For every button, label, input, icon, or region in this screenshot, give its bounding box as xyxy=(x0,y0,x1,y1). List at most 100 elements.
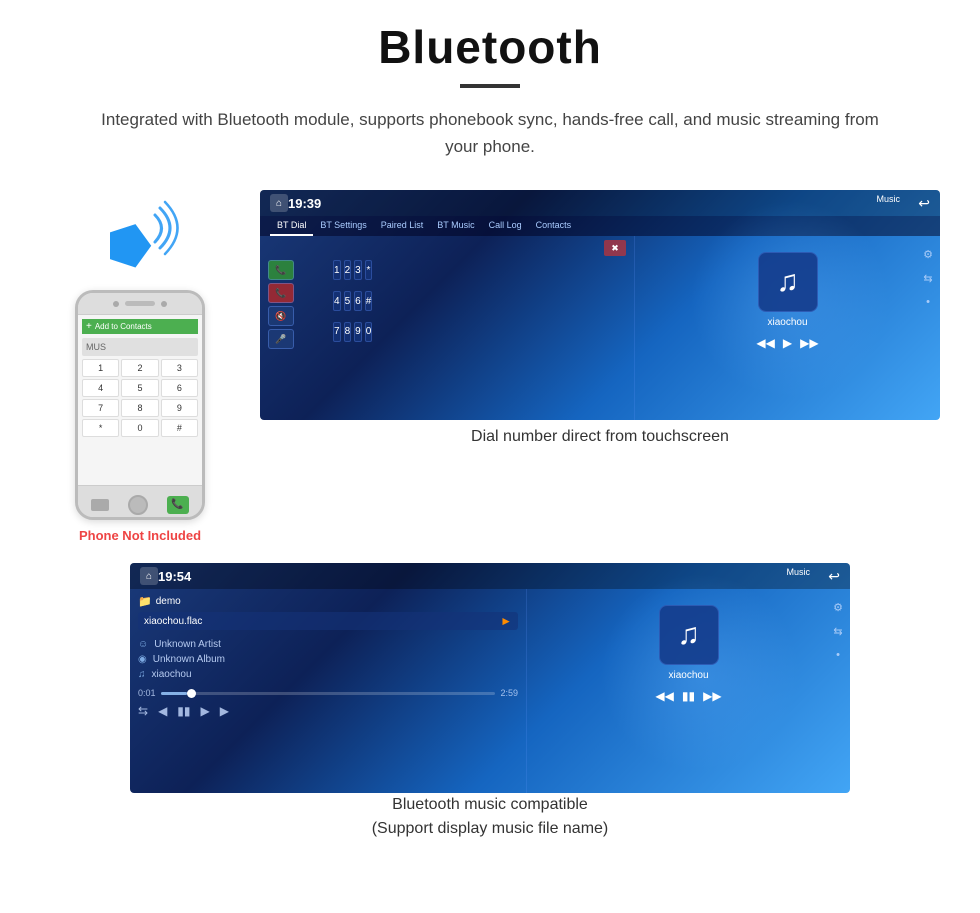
cs-delete-btn[interactable]: ✖ xyxy=(604,240,626,256)
cs2-bar[interactable] xyxy=(161,692,496,695)
cs-key-1[interactable]: 1 xyxy=(333,260,341,280)
cs2-right: ♫ xiaochou ⚙ ⇆ • ◀◀ ▮▮ ▶▶ xyxy=(526,589,850,793)
cs2-next-icon[interactable]: ▶ xyxy=(201,704,210,718)
cs2-user-icon: ☺ xyxy=(138,639,148,650)
cs-main-2: 📁 demo xiaochou.flac ► ☺ Unknown xyxy=(130,589,850,793)
phone-key-1[interactable]: 1 xyxy=(82,359,119,377)
page-title: Bluetooth xyxy=(40,20,940,74)
cs2-settings-icon[interactable]: ⚙ xyxy=(830,599,846,615)
phone-key-2[interactable]: 2 xyxy=(121,359,158,377)
cs-tab-bt-settings[interactable]: BT Settings xyxy=(313,216,373,236)
phone-key-9[interactable]: 9 xyxy=(161,399,198,417)
cs2-album-icon: ◉ xyxy=(138,654,147,665)
cs-end-call-btn[interactable]: 📞 xyxy=(268,283,294,303)
cs-key-9[interactable]: 9 xyxy=(354,322,362,342)
title-divider xyxy=(460,84,520,88)
cs2-artist: Unknown Artist xyxy=(154,639,221,650)
cs2-bar-thumb xyxy=(187,689,196,698)
page-description: Integrated with Bluetooth module, suppor… xyxy=(100,106,880,160)
phone-key-4[interactable]: 4 xyxy=(82,379,119,397)
phone-key-6[interactable]: 6 xyxy=(161,379,198,397)
cs-play-btn[interactable]: ▶ xyxy=(783,336,792,350)
phone-area: ⭓ + Add to Contacts xyxy=(40,190,240,543)
phone-key-3[interactable]: 3 xyxy=(161,359,198,377)
cs2-progress-bar[interactable]: 0:01 2:59 xyxy=(138,684,518,702)
cs2-next-btn[interactable]: ▶▶ xyxy=(703,689,721,703)
cs2-meta: ☺ Unknown Artist ◉ Unknown Album ♫ xiaoc… xyxy=(138,635,518,684)
cs-settings-icon[interactable]: ⚙ xyxy=(920,246,936,262)
cs2-time: 19:54 xyxy=(158,569,191,584)
bluetooth-icon-area: ⭓ xyxy=(100,200,180,280)
cs2-album-row: ◉ Unknown Album xyxy=(138,652,518,667)
cs2-time-end: 2:59 xyxy=(500,688,518,698)
phone-screen: + Add to Contacts MUS 1 2 3 4 5 6 xyxy=(78,315,202,485)
phone-speaker xyxy=(125,301,155,306)
cs-tab-paired-list[interactable]: Paired List xyxy=(374,216,431,236)
cs-key-2[interactable]: 2 xyxy=(344,260,352,280)
cs-key-0[interactable]: 0 xyxy=(365,322,373,342)
cs2-folder-bar: 📁 demo xyxy=(138,595,518,608)
cs-tabs-1: BT Dial BT Settings Paired List BT Music… xyxy=(260,216,940,236)
cs-key-8[interactable]: 8 xyxy=(344,322,352,342)
cs-key-4[interactable]: 4 xyxy=(333,291,341,311)
cs2-album: Unknown Album xyxy=(153,654,225,665)
cs-key-star[interactable]: * xyxy=(365,260,373,280)
cs-dialpad: 1 2 3 * 4 5 6 # 7 8 xyxy=(333,260,372,349)
cs-music-label-1: Music xyxy=(876,194,900,204)
cs2-home-icon: ⌂ xyxy=(140,567,158,585)
phone-key-8[interactable]: 8 xyxy=(121,399,158,417)
car-screen-2: ⌂ 19:54 ↩ Music 📁 demo xyxy=(130,563,850,793)
cs-back-icon: ↩ xyxy=(918,195,930,212)
cs-tab-contacts[interactable]: Contacts xyxy=(529,216,579,236)
cs2-shuffle2-icon[interactable]: ⇆ xyxy=(830,623,846,639)
cs-input-row: ✖ xyxy=(268,240,626,256)
cs2-repeat-icon[interactable]: ▶ xyxy=(220,704,229,718)
cs-topbar-2: ⌂ 19:54 ↩ Music xyxy=(130,563,850,589)
phone-back-btn xyxy=(91,499,109,511)
cs-tab-call-log[interactable]: Call Log xyxy=(482,216,529,236)
phone-sensor-dot xyxy=(161,301,167,307)
phone-key-hash[interactable]: # xyxy=(161,419,198,437)
cs-right-controls: ⚙ ⇆ • xyxy=(920,246,936,310)
cs-key-3[interactable]: 3 xyxy=(354,260,362,280)
cs-dot-icon: • xyxy=(920,294,936,310)
phone-key-7[interactable]: 7 xyxy=(82,399,119,417)
screen-wrapper-2: ⌂ 19:54 ↩ Music 📁 demo xyxy=(130,563,850,841)
cs-key-7[interactable]: 7 xyxy=(333,322,341,342)
cs2-prev-icon[interactable]: ◀ xyxy=(158,704,167,718)
screen1-caption: Dial number direct from touchscreen xyxy=(260,428,940,446)
phone-key-star[interactable]: * xyxy=(82,419,119,437)
cs-mute-btn[interactable]: 🔇 xyxy=(268,306,294,326)
cs-prev-btn[interactable]: ◀◀ xyxy=(756,336,774,350)
cs2-dot2-icon: • xyxy=(830,647,846,663)
phone-key-0[interactable]: 0 xyxy=(121,419,158,437)
cs2-song-row: ♫ xiaochou xyxy=(138,667,518,682)
phone-key-5[interactable]: 5 xyxy=(121,379,158,397)
cs-shuffle-icon[interactable]: ⇆ xyxy=(920,270,936,286)
cs-next-btn[interactable]: ▶▶ xyxy=(800,336,818,350)
cs-call-btn[interactable]: 📞 xyxy=(268,260,294,280)
cs2-filename: xiaochou.flac xyxy=(144,616,202,627)
cs2-playback: ◀◀ ▮▮ ▶▶ xyxy=(655,689,721,703)
cs2-prev-btn[interactable]: ◀◀ xyxy=(655,689,673,703)
phone-add-contacts-bar: + Add to Contacts xyxy=(82,319,198,334)
phone-mockup: + Add to Contacts MUS 1 2 3 4 5 6 xyxy=(75,290,205,520)
cs2-file-row[interactable]: xiaochou.flac ► xyxy=(138,612,518,630)
cs-mic-btn[interactable]: 🎤 xyxy=(268,329,294,349)
cs-key-6[interactable]: 6 xyxy=(354,291,362,311)
phone-home-btn xyxy=(128,495,148,515)
cs2-pause-icon[interactable]: ▮▮ xyxy=(177,704,190,718)
cs-right-1: ♫ xiaochou ⚙ ⇆ • ◀◀ xyxy=(634,236,940,420)
cs-tab-bt-dial[interactable]: BT Dial xyxy=(270,216,313,236)
cs-key-5[interactable]: 5 xyxy=(344,291,352,311)
cs-controls: 📞 📞 🔇 🎤 xyxy=(268,260,294,349)
screen2-caption: Bluetooth music compatible (Support disp… xyxy=(130,793,850,841)
cs2-shuffle-icon[interactable]: ⇆ xyxy=(138,704,148,718)
cs2-right-controls: ⚙ ⇆ • xyxy=(830,599,846,663)
screen2-caption-line2: (Support display music file name) xyxy=(372,820,609,837)
cs-key-hash[interactable]: # xyxy=(365,291,373,311)
cs2-bar-fill xyxy=(161,692,188,695)
cs2-pause-btn[interactable]: ▮▮ xyxy=(682,689,695,703)
phone-dialpad: 1 2 3 4 5 6 7 8 9 * 0 # xyxy=(82,359,198,437)
cs-tab-bt-music[interactable]: BT Music xyxy=(430,216,481,236)
